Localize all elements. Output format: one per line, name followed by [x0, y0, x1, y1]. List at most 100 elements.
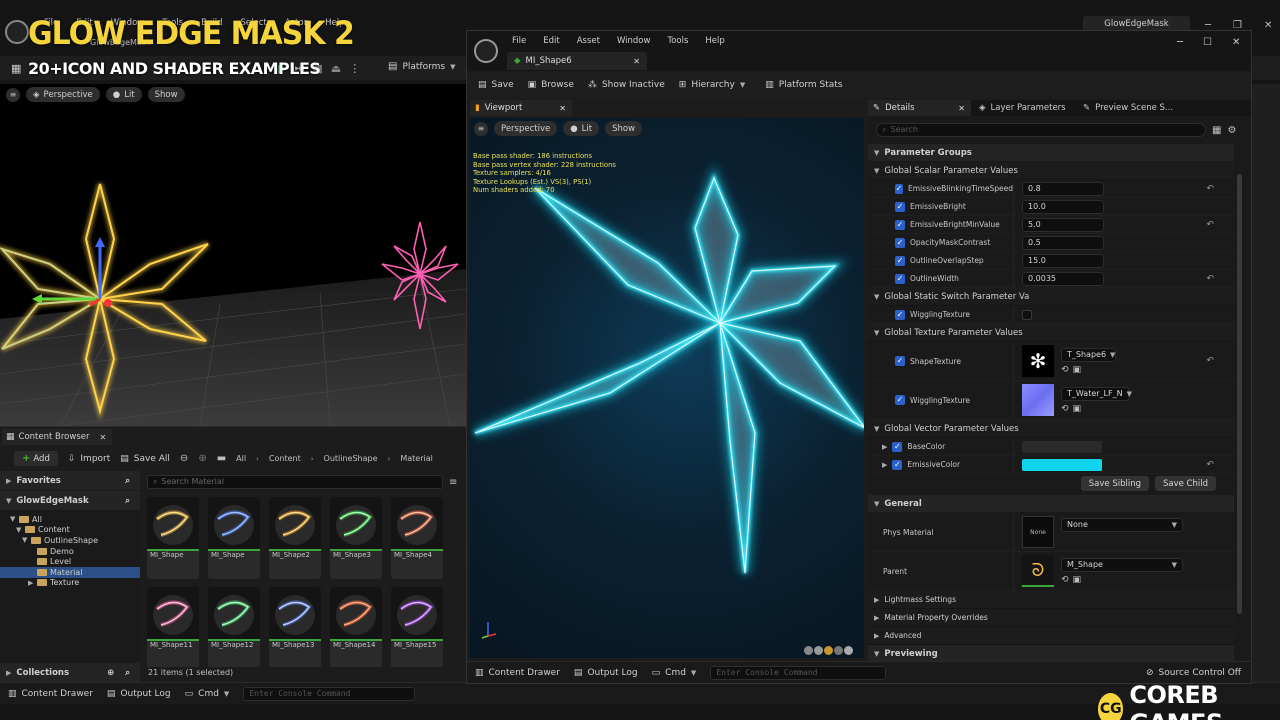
reset-to-default-icon[interactable]: ↶: [1206, 184, 1214, 194]
scalar-value-input[interactable]: 0.5: [1022, 235, 1104, 250]
preview-mesh-icon[interactable]: [844, 646, 853, 655]
scalar-enable-checkbox[interactable]: ✓: [895, 255, 905, 266]
details-search-input[interactable]: ⌕ Search: [876, 123, 1206, 137]
reset-to-default-icon[interactable]: ↶: [1206, 220, 1214, 230]
platforms-button[interactable]: ▤ Platforms ▼: [388, 61, 456, 72]
path-material[interactable]: Material: [400, 454, 433, 463]
vector-group-header[interactable]: ▼ Global Vector Parameter Values: [868, 420, 1234, 438]
me-browse-button[interactable]: ▣ Browse: [528, 80, 574, 90]
parent-thumbnail[interactable]: ᘐ: [1022, 555, 1054, 587]
texture-enable-checkbox[interactable]: ✓: [895, 356, 905, 366]
asset-tile[interactable]: MI_Shape13: [269, 587, 321, 667]
reset-to-default-icon[interactable]: ↶: [1206, 460, 1214, 470]
browse-asset-icon[interactable]: ▣: [1073, 404, 1082, 414]
platform-stats-button[interactable]: ▥ Platform Stats: [765, 80, 842, 90]
me-menu-file[interactable]: File: [512, 36, 526, 46]
chevron-right-icon[interactable]: ▶: [882, 443, 887, 451]
me-close-icon[interactable]: ✕: [1232, 37, 1240, 48]
forward-icon[interactable]: ⊕: [198, 453, 206, 464]
vector-enable-checkbox[interactable]: ✓: [892, 441, 903, 452]
switch-enable-checkbox[interactable]: ✓: [895, 309, 905, 320]
phys-material-dropdown[interactable]: None ▼: [1061, 518, 1183, 532]
me-menu-asset[interactable]: Asset: [577, 36, 600, 46]
me-asset-tab[interactable]: ◆ MI_Shape6 ✕: [507, 52, 647, 70]
asset-tile[interactable]: MI_Shape12: [208, 587, 260, 667]
use-selected-icon[interactable]: ⟲: [1061, 575, 1069, 585]
preview-mesh-icon[interactable]: [814, 646, 823, 655]
preview-scene-tab[interactable]: ✎ Preview Scene S...: [1075, 100, 1195, 116]
scalar-enable-checkbox[interactable]: ✓: [895, 219, 905, 230]
asset-tile[interactable]: MI_Shape2: [269, 497, 321, 579]
close-tab-icon[interactable]: ✕: [559, 104, 566, 113]
search-icon[interactable]: ⌕: [125, 668, 130, 678]
filter-icon[interactable]: ≡: [449, 477, 457, 488]
hamburger-icon[interactable]: ▦: [11, 62, 21, 75]
me-cmd-button[interactable]: ▭ Cmd ▼: [652, 668, 697, 678]
save-all-button[interactable]: ▤ Save All: [120, 454, 170, 464]
folder-tree-item[interactable]: ▶ Texture: [0, 578, 140, 589]
scalar-enable-checkbox[interactable]: ✓: [895, 183, 904, 194]
project-header[interactable]: ▼ GlowEdgeMask ⌕: [0, 491, 140, 511]
folder-tree-item[interactable]: Level: [0, 556, 140, 567]
folder-tree-item[interactable]: ▼ All: [0, 514, 140, 525]
me-perspective-button[interactable]: Perspective: [494, 121, 558, 136]
shape-texture-thumbnail[interactable]: ✻: [1022, 345, 1054, 377]
me-viewport-tab[interactable]: ▮ Viewport ✕: [470, 100, 572, 116]
me-menu-tools[interactable]: Tools: [667, 36, 688, 46]
unreal-logo-main[interactable]: [5, 20, 29, 44]
chevron-right-icon[interactable]: ▶: [882, 461, 887, 469]
details-tab[interactable]: ✎ Details ✕: [868, 100, 971, 116]
path-all[interactable]: All: [236, 454, 246, 463]
source-control-button[interactable]: ⊘ Source Control Off: [1146, 668, 1241, 678]
asset-tile[interactable]: MI_Shape14: [330, 587, 382, 667]
parameter-groups-header[interactable]: ▼ Parameter Groups: [868, 144, 1234, 162]
layer-parameters-tab[interactable]: ◈ Layer Parameters: [971, 100, 1075, 116]
main-close-icon[interactable]: ✕: [1264, 20, 1272, 31]
scalar-value-input[interactable]: 0.0035: [1022, 271, 1104, 286]
path-content[interactable]: Content: [269, 454, 301, 463]
wiggling-texture-dropdown[interactable]: T_Water_LF_N ▼: [1061, 386, 1132, 401]
texture-group-header[interactable]: ▼ Global Texture Parameter Values: [868, 324, 1234, 342]
eject-icon[interactable]: ⏏: [331, 62, 341, 75]
me-save-button[interactable]: ▤ Save: [478, 80, 514, 90]
search-icon[interactable]: ⌕: [125, 476, 130, 486]
chevron-down-icon[interactable]: ▼: [10, 515, 16, 523]
show-inactive-button[interactable]: ⁂ Show Inactive: [588, 80, 665, 90]
material-property-overrides-header[interactable]: ▶ Material Property Overrides: [868, 609, 1234, 627]
scalar-enable-checkbox[interactable]: ✓: [895, 273, 905, 284]
scalar-value-input[interactable]: 5.0: [1022, 217, 1104, 232]
viewport-menu-icon[interactable]: ≡: [474, 121, 488, 136]
parent-dropdown[interactable]: M_Shape ▼: [1061, 557, 1183, 572]
browse-asset-icon[interactable]: ▣: [1073, 365, 1082, 375]
advanced-header[interactable]: ▶ Advanced: [868, 627, 1234, 645]
collections-header[interactable]: ▶ Collections ⊕ ⌕: [0, 663, 140, 683]
close-tab-icon[interactable]: ✕: [633, 57, 640, 66]
chevron-down-icon[interactable]: ▼: [22, 536, 28, 544]
main-perspective-button[interactable]: ◈ Perspective: [26, 87, 100, 102]
texture-enable-checkbox[interactable]: ✓: [895, 395, 905, 405]
view-options-icon[interactable]: ▦: [1212, 125, 1221, 136]
main-output-log-button[interactable]: ▤ Output Log: [107, 689, 171, 699]
me-menu-help[interactable]: Help: [705, 36, 724, 46]
asset-tile[interactable]: MI_Shape11: [147, 587, 199, 667]
close-tab-icon[interactable]: ✕: [958, 104, 965, 113]
me-lit-button[interactable]: ● Lit: [563, 121, 600, 136]
import-button[interactable]: ⇩ Import: [68, 454, 110, 464]
scalar-value-input[interactable]: 0.8: [1022, 181, 1104, 196]
use-selected-icon[interactable]: ⟲: [1061, 404, 1069, 414]
me-show-button[interactable]: Show: [605, 121, 643, 136]
use-selected-icon[interactable]: ⟲: [1061, 365, 1069, 375]
hierarchy-button[interactable]: ⊞ Hierarchy ▼: [679, 80, 745, 90]
me-menu-window[interactable]: Window: [617, 36, 651, 46]
scalar-enable-checkbox[interactable]: ✓: [895, 237, 905, 248]
add-button[interactable]: + Add: [14, 451, 58, 466]
me-console-input[interactable]: Enter Console Command: [710, 665, 887, 680]
favorites-header[interactable]: ▶ Favorites ⌕: [0, 471, 140, 491]
preview-mesh-icon[interactable]: [804, 646, 813, 655]
asset-tile[interactable]: MI_Shape4: [391, 497, 443, 579]
main-console-input[interactable]: Enter Console Command: [243, 687, 416, 701]
me-viewport[interactable]: ≡ Perspective ● Lit Show Base pass shader…: [470, 118, 864, 658]
reset-to-default-icon[interactable]: ↶: [1206, 274, 1214, 284]
scalar-value-input[interactable]: 15.0: [1022, 253, 1104, 268]
search-icon[interactable]: ⌕: [125, 496, 130, 506]
